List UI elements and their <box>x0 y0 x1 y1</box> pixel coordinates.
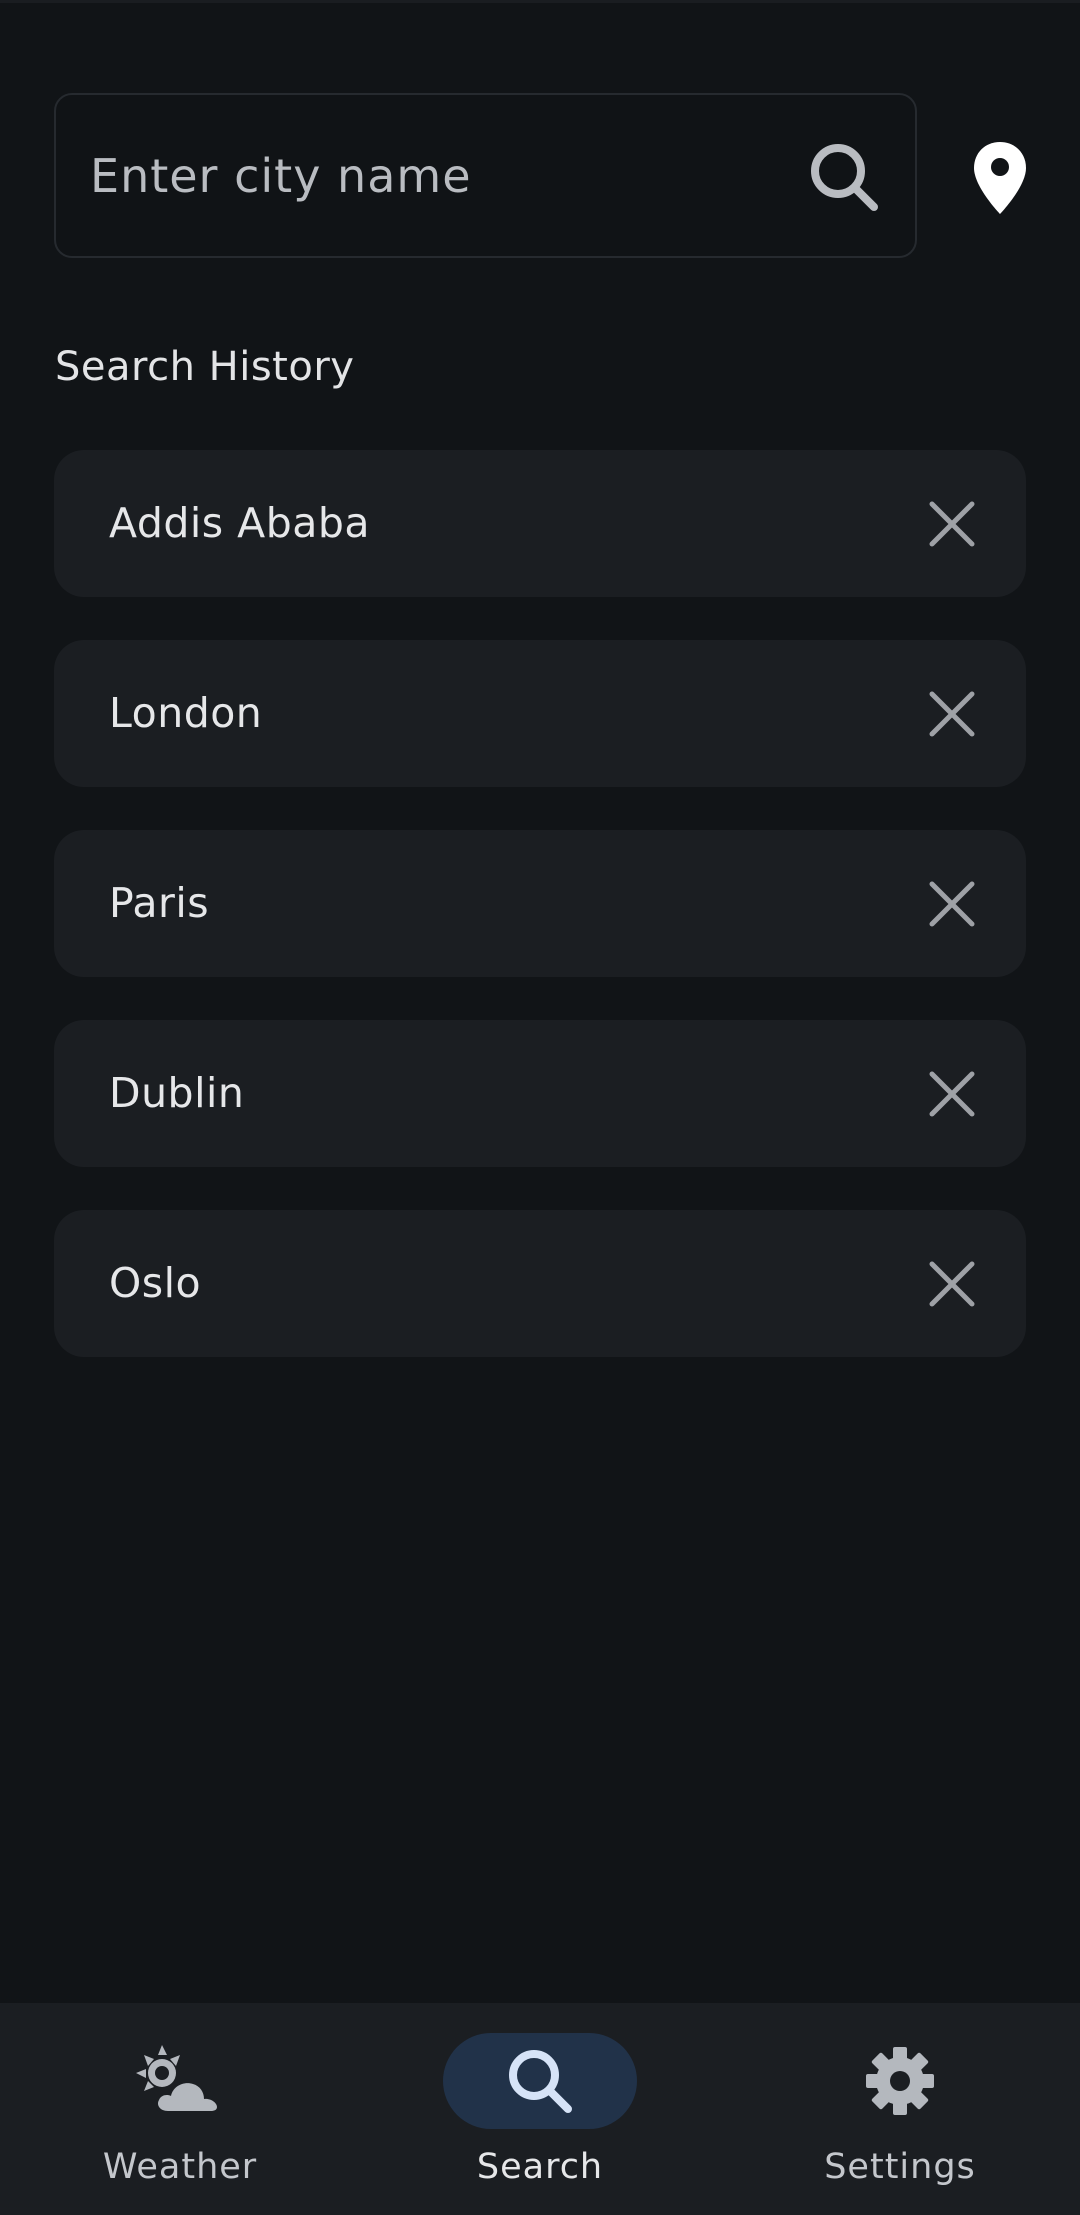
gear-icon <box>866 2047 934 2115</box>
history-item[interactable]: Paris <box>54 830 1026 977</box>
city-search-input[interactable] <box>90 95 790 256</box>
remove-history-button[interactable] <box>912 1054 992 1134</box>
history-item-label: London <box>109 689 263 737</box>
history-item[interactable]: Oslo <box>54 1210 1026 1357</box>
history-item[interactable]: Dublin <box>54 1020 1026 1167</box>
search-history-list: Addis Ababa London Paris Dublin Oslo <box>54 450 1026 1400</box>
history-item[interactable]: London <box>54 640 1026 787</box>
history-item-label: Dublin <box>109 1069 245 1117</box>
nav-label-search: Search <box>476 2147 604 2187</box>
history-item[interactable]: Addis Ababa <box>54 450 1026 597</box>
current-location-button[interactable] <box>960 136 1040 220</box>
remove-history-button[interactable] <box>912 484 992 564</box>
nav-active-indicator <box>443 2033 637 2129</box>
weather-partly-cloudy-icon <box>136 2045 220 2113</box>
search-icon <box>811 144 878 211</box>
bottom-navigation: Weather Search Settings <box>0 2003 1080 2215</box>
close-icon <box>929 1261 975 1307</box>
search-button[interactable] <box>804 137 884 217</box>
history-item-label: Oslo <box>109 1259 202 1307</box>
status-bar-edge <box>0 0 1080 3</box>
close-icon <box>929 691 975 737</box>
search-history-title: Search History <box>55 344 355 390</box>
nav-label-settings: Settings <box>824 2147 976 2187</box>
close-icon <box>929 1071 975 1117</box>
history-item-label: Addis Ababa <box>109 499 371 547</box>
nav-item-settings[interactable]: Settings <box>720 2003 1080 2215</box>
map-pin-icon <box>974 142 1026 214</box>
close-icon <box>929 881 975 927</box>
nav-item-search[interactable]: Search <box>360 2003 720 2215</box>
nav-item-weather[interactable]: Weather <box>0 2003 360 2215</box>
search-field[interactable] <box>54 93 917 258</box>
close-icon <box>929 501 975 547</box>
search-icon <box>509 2050 572 2113</box>
nav-icon-container <box>83 2033 277 2129</box>
remove-history-button[interactable] <box>912 1244 992 1324</box>
nav-label-weather: Weather <box>102 2147 258 2187</box>
remove-history-button[interactable] <box>912 864 992 944</box>
remove-history-button[interactable] <box>912 674 992 754</box>
history-item-label: Paris <box>109 879 210 927</box>
nav-icon-container <box>803 2033 997 2129</box>
